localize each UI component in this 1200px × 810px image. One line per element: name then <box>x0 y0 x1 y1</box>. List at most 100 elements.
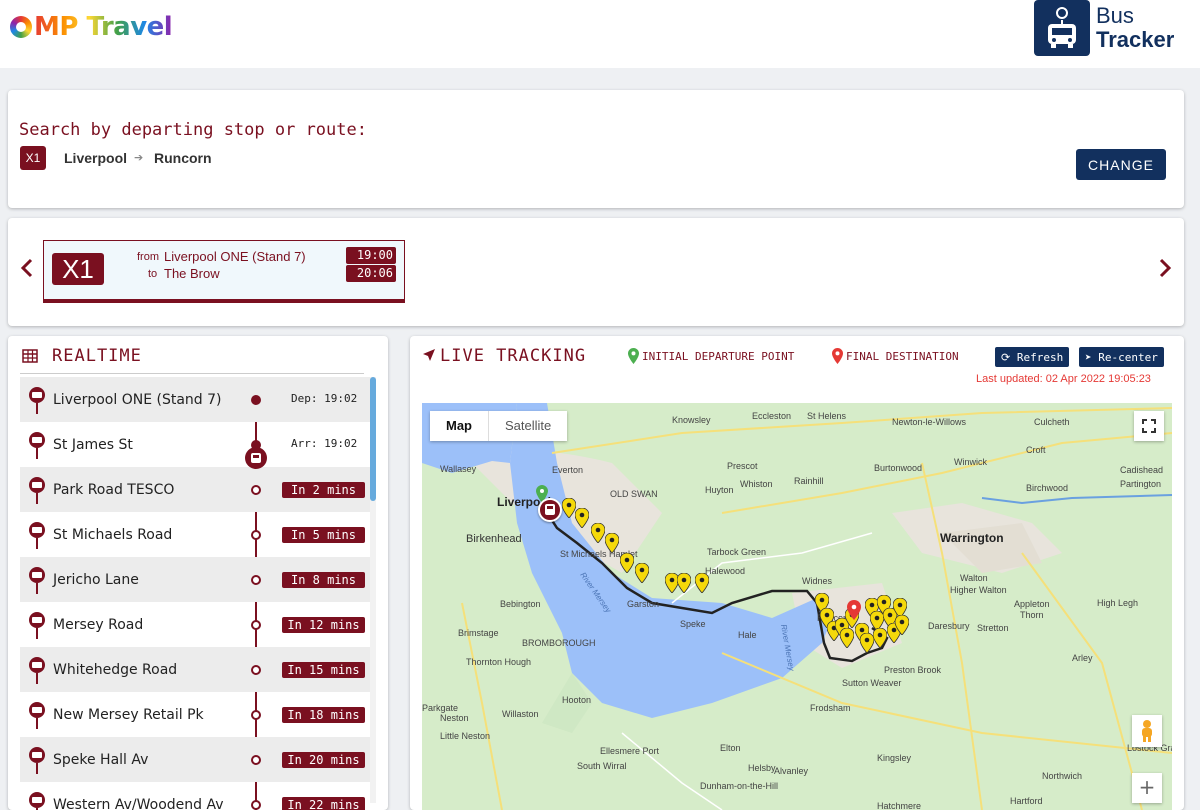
map-label-old-swan: OLD SWAN <box>610 489 658 499</box>
stop-eta: In 18 mins <box>282 707 365 723</box>
stop-pin-icon[interactable] <box>575 508 589 528</box>
departures-card: X1 from Liverpool ONE (Stand 7) to The B… <box>8 218 1184 326</box>
map-label-appleton: Appleton <box>1014 599 1050 609</box>
map-label-dunham: Dunham-on-the-Hill <box>700 781 779 791</box>
stop-name: Park Road TESCO <box>53 482 175 498</box>
stop-row[interactable]: Speke Hall Av In 20 mins <box>20 737 370 782</box>
stop-dot <box>251 530 261 540</box>
map-label-willaston: Willaston <box>502 709 539 719</box>
stop-row[interactable]: Jericho Lane In 8 mins <box>20 557 370 602</box>
departure-item[interactable]: X1 from Liverpool ONE (Stand 7) to The B… <box>43 240 405 303</box>
stop-row[interactable]: New Mersey Retail Pk In 18 mins <box>20 692 370 737</box>
bus-stop-icon <box>29 747 45 774</box>
map-label-brimstage: Brimstage <box>458 628 499 638</box>
bus-stop-icon <box>29 657 45 684</box>
stop-row[interactable]: Liverpool ONE (Stand 7) Dep: 19:02 <box>20 377 370 422</box>
stop-row[interactable]: Park Road TESCO In 2 mins <box>20 467 370 512</box>
map-label-helsby: Helsby <box>748 763 776 773</box>
map-type-tabs: Map Satellite <box>430 411 568 441</box>
map-label-hale: Hale <box>738 630 757 640</box>
street-view-pegman-icon[interactable] <box>1132 715 1162 747</box>
stop-eta: In 8 mins <box>282 572 365 588</box>
stop-name: Western Av/Woodend Av <box>53 797 224 810</box>
map-label-sutton-weaver: Sutton Weaver <box>842 678 902 688</box>
bus-tracker-logo[interactable]: Bus Tracker <box>1034 0 1184 56</box>
stop-dot <box>251 620 261 630</box>
green-pin-icon <box>628 348 639 364</box>
route-from: Liverpool <box>64 150 128 166</box>
map-label-culcheth: Culcheth <box>1034 417 1070 427</box>
map-label-daresbury: Daresbury <box>928 621 970 631</box>
stop-pin-icon[interactable] <box>562 498 576 518</box>
recenter-button[interactable]: ➤ Re-center <box>1079 347 1164 367</box>
map-label-birchwood: Birchwood <box>1026 483 1069 493</box>
scrollbar-thumb[interactable] <box>370 377 376 501</box>
map-label-hooton: Hooton <box>562 695 592 705</box>
live-tracking-card: LIVE TRACKING INITIAL DEPARTURE POINT FI… <box>410 336 1184 810</box>
map-label-newton: Newton-le-Willows <box>892 417 967 427</box>
map-tab-map[interactable]: Map <box>430 411 489 441</box>
zoom-in-button[interactable]: + <box>1132 773 1162 803</box>
stop-dot <box>251 755 261 765</box>
stop-row[interactable]: St Michaels Road In 5 mins <box>20 512 370 557</box>
stop-pin-icon[interactable] <box>840 628 854 648</box>
stop-pin-icon[interactable] <box>620 553 634 573</box>
stop-pin-icon[interactable] <box>677 573 691 593</box>
stop-time: Dep: 19:02 <box>291 392 358 405</box>
stop-name: Speke Hall Av <box>53 752 149 768</box>
stop-pin-icon[interactable] <box>695 573 709 593</box>
arrow-right-icon: ➔ <box>134 151 144 164</box>
map-label-speke: Speke <box>680 619 706 629</box>
stop-eta: In 2 mins <box>282 482 365 498</box>
stop-pin-icon[interactable] <box>873 628 887 648</box>
fullscreen-icon[interactable] <box>1134 411 1164 441</box>
legend-final: FINAL DESTINATION <box>832 348 959 364</box>
map-label-parkgate: Parkgate <box>422 703 459 713</box>
legend-initial: INITIAL DEPARTURE POINT <box>628 348 794 364</box>
map-label-little-neston: Little Neston <box>440 731 491 741</box>
stop-row[interactable]: St James St Arr: 19:02 <box>20 422 370 467</box>
realtime-card: REALTIME Liverpool ONE (Stand 7) Dep: 19:… <box>8 336 388 810</box>
mp-travel-logo[interactable]: MP Travel <box>10 10 173 44</box>
brand-icon <box>10 16 32 38</box>
refresh-button[interactable]: ⟳ Refresh <box>995 347 1070 367</box>
stop-dot <box>251 665 261 675</box>
change-button[interactable]: CHANGE <box>1076 149 1166 180</box>
stop-row[interactable]: Mersey Road In 12 mins <box>20 602 370 647</box>
map-label-alvanley: Alvanley <box>774 766 809 776</box>
map-label-walton: Walton <box>960 573 988 583</box>
stop-pin-icon[interactable] <box>895 615 909 635</box>
map-label-stretton: Stretton <box>977 623 1009 633</box>
map-view[interactable]: Liverpool Birkenhead Warrington Wallasey Eve… <box>422 403 1172 810</box>
stop-name: Whitehedge Road <box>53 662 178 678</box>
realtime-title: REALTIME <box>52 346 142 366</box>
stop-name: St James St <box>53 437 133 453</box>
final-destination-pin-icon[interactable] <box>847 600 861 620</box>
stop-row[interactable]: Western Av/Woodend Av In 22 mins <box>20 782 370 810</box>
stop-pin-icon[interactable] <box>591 523 605 543</box>
chevron-left-icon[interactable] <box>18 256 36 280</box>
stop-row[interactable]: Whitehedge Road In 15 mins <box>20 647 370 692</box>
map-label-widnes: Widnes <box>802 576 833 586</box>
map-label-kingsley: Kingsley <box>877 753 912 763</box>
stop-pin-icon[interactable] <box>605 533 619 553</box>
map-tab-satellite[interactable]: Satellite <box>489 411 567 441</box>
current-bus-icon <box>245 447 267 469</box>
map-label-birkenhead: Birkenhead <box>466 533 522 545</box>
chevron-right-icon[interactable] <box>1156 256 1174 280</box>
map-label-rainhill: Rainhill <box>794 476 824 486</box>
brand-name: MP Travel <box>34 12 173 42</box>
map-label-high-legh: High Legh <box>1097 598 1139 608</box>
stop-dot <box>251 395 261 405</box>
map-label-halewood: Halewood <box>705 566 746 576</box>
stop-dot <box>251 485 261 495</box>
stop-pin-icon[interactable] <box>635 563 649 583</box>
map-label-bebington: Bebington <box>500 599 541 609</box>
map-label-northwich: Northwich <box>1042 771 1083 781</box>
live-tracking-title: LIVE TRACKING <box>440 346 587 366</box>
stop-eta: In 22 mins <box>282 797 365 810</box>
scrollbar[interactable] <box>370 377 376 803</box>
map-label-whiston: Whiston <box>740 479 773 489</box>
stop-pin-icon[interactable] <box>860 633 874 653</box>
live-bus-marker-icon[interactable] <box>538 498 562 522</box>
